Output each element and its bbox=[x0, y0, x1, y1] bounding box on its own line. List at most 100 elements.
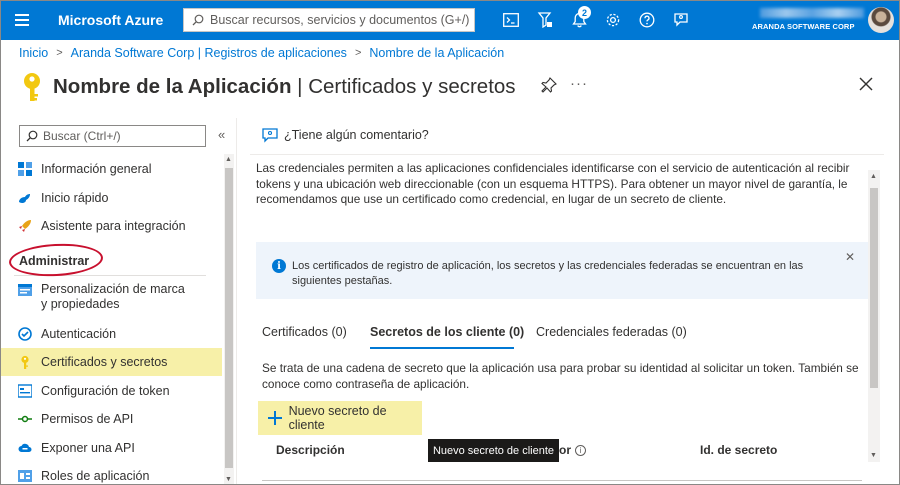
branding-icon bbox=[18, 283, 32, 297]
info-icon: i bbox=[272, 259, 286, 273]
sidebar-item-certificates-secrets[interactable]: Certificados y secretos bbox=[0, 348, 222, 376]
avatar[interactable] bbox=[868, 7, 894, 33]
gear-icon[interactable] bbox=[596, 0, 630, 40]
sidebar-item-label: Autenticación bbox=[41, 326, 117, 341]
key-icon bbox=[18, 355, 32, 369]
table-divider bbox=[262, 480, 862, 481]
scroll-down-icon[interactable]: ▼ bbox=[225, 476, 232, 483]
column-header-value-text: or bbox=[559, 443, 571, 457]
scroll-up-icon[interactable]: ▲ bbox=[225, 156, 232, 163]
new-client-secret-button[interactable]: Nuevo secreto de cliente bbox=[258, 401, 422, 435]
sidebar-item-quickstart[interactable]: Inicio rápido bbox=[0, 188, 222, 208]
breadcrumb-home[interactable]: Inicio bbox=[19, 46, 48, 60]
rocket-icon bbox=[18, 219, 32, 233]
breadcrumb-app-registrations[interactable]: Aranda Software Corp | Registros de apli… bbox=[71, 46, 347, 60]
key-icon bbox=[19, 70, 45, 104]
column-header-secret-id[interactable]: Id. de secreto bbox=[700, 443, 777, 457]
feedback-link[interactable]: ¿Tiene algún comentario? bbox=[262, 127, 429, 143]
nav-search-placeholder: Buscar (Ctrl+/) bbox=[43, 129, 121, 143]
sidebar-item-label: Roles de aplicación bbox=[41, 468, 150, 483]
breadcrumb: Inicio > Aranda Software Corp | Registro… bbox=[19, 46, 504, 60]
feedback-label: ¿Tiene algún comentario? bbox=[284, 128, 429, 142]
help-icon[interactable] bbox=[630, 0, 664, 40]
tab-federated-credentials[interactable]: Credenciales federadas (0) bbox=[536, 325, 687, 339]
active-tab-indicator bbox=[370, 347, 514, 349]
search-placeholder: Buscar recursos, servicios y documentos … bbox=[210, 13, 470, 27]
sidebar-item-label: Personalización de marca y propiedades bbox=[41, 282, 185, 311]
sidebar-scrollbar[interactable]: ▲ ▼ bbox=[224, 154, 234, 485]
tab-certificates[interactable]: Certificados (0) bbox=[262, 325, 347, 339]
sidebar-item-label: Asistente para integración bbox=[41, 218, 186, 233]
search-icon bbox=[192, 14, 204, 26]
sidebar-item-integration-assistant[interactable]: Asistente para integración bbox=[0, 216, 222, 236]
sidebar-item-expose-api[interactable]: Exponer una API bbox=[0, 438, 222, 458]
sidebar-item-label: Inicio rápido bbox=[41, 190, 109, 205]
info-banner-text: Los certificados de registro de aplicaci… bbox=[292, 260, 804, 287]
scrollbar-thumb[interactable] bbox=[225, 168, 233, 468]
account-menu[interactable]: ARANDA SOFTWARE CORP bbox=[752, 6, 866, 36]
sidebar-item-label: Configuración de token bbox=[41, 383, 170, 398]
account-email-blurred bbox=[760, 8, 864, 18]
token-icon bbox=[18, 384, 32, 398]
pin-icon[interactable] bbox=[540, 76, 558, 94]
sidebar-item-token-configuration[interactable]: Configuración de token bbox=[0, 381, 222, 401]
sidebar-item-api-permissions[interactable]: Permisos de API bbox=[0, 409, 222, 429]
tooltip: Nuevo secreto de cliente bbox=[428, 439, 559, 462]
sidebar-item-label: Permisos de API bbox=[41, 411, 134, 426]
sidebar-item-label: Exponer una API bbox=[41, 440, 135, 455]
authentication-icon bbox=[18, 327, 32, 341]
toolbar-icons: 2 bbox=[494, 0, 698, 40]
sidebar-item-branding[interactable]: Personalización de marca y propiedades bbox=[0, 280, 222, 314]
chevron-right-icon: > bbox=[354, 47, 362, 59]
page-title-section: Certificados y secretos bbox=[308, 75, 516, 98]
cloud-api-icon bbox=[18, 441, 32, 455]
new-client-secret-label: Nuevo secreto de cliente bbox=[288, 404, 387, 432]
chevron-right-icon: > bbox=[56, 47, 63, 59]
filter-icon[interactable] bbox=[528, 0, 562, 40]
app-roles-icon bbox=[18, 469, 32, 483]
sidebar-item-authentication[interactable]: Autenticación bbox=[0, 324, 222, 344]
info-banner: i Los certificados de registro de aplica… bbox=[256, 242, 868, 299]
breadcrumb-app-name[interactable]: Nombre de la Aplicación bbox=[369, 46, 504, 60]
page-header: Nombre de la Aplicación | Certificados y… bbox=[19, 70, 516, 104]
page-title-main: Nombre de la Aplicación bbox=[53, 75, 292, 98]
close-icon[interactable] bbox=[858, 76, 874, 92]
quickstart-icon bbox=[18, 191, 32, 205]
command-bar-divider bbox=[250, 154, 884, 155]
more-options-icon[interactable]: ··· bbox=[570, 75, 588, 92]
sidebar: Información general Inicio rápido Asiste… bbox=[0, 154, 222, 485]
nav-search-input[interactable]: Buscar (Ctrl+/) bbox=[19, 125, 206, 147]
tab-client-secrets[interactable]: Secretos de los cliente (0) bbox=[370, 325, 524, 339]
overview-icon bbox=[18, 162, 32, 176]
column-header-description[interactable]: Descripción bbox=[276, 443, 345, 457]
info-icon[interactable]: i bbox=[575, 444, 586, 456]
intro-container: Las credenciales permiten a las aplicaci… bbox=[250, 158, 870, 220]
content-scrollbar[interactable]: ▲ ▼ bbox=[868, 170, 880, 462]
sidebar-item-label: Certificados y secretos bbox=[41, 354, 168, 369]
intro-text: Las credenciales permiten a las aplicaci… bbox=[256, 161, 850, 206]
terminal-icon[interactable] bbox=[494, 0, 528, 40]
column-header-value[interactable]: or i bbox=[559, 443, 586, 457]
sidebar-item-app-roles[interactable]: Roles de aplicación bbox=[0, 466, 222, 485]
panel-divider bbox=[236, 118, 237, 485]
account-organization: ARANDA SOFTWARE CORP bbox=[752, 22, 855, 31]
notification-badge: 2 bbox=[578, 6, 591, 19]
client-secret-description: Se trata de una cadena de secreto que la… bbox=[262, 361, 859, 391]
brand-name[interactable]: Microsoft Azure bbox=[58, 12, 180, 28]
scrollbar-thumb[interactable] bbox=[870, 188, 878, 388]
page-title-separator: | bbox=[291, 75, 309, 98]
menu-icon[interactable] bbox=[0, 0, 44, 40]
collapse-nav-icon[interactable]: « bbox=[218, 127, 225, 142]
feedback-icon bbox=[262, 128, 278, 143]
sidebar-item-label: Información general bbox=[41, 161, 152, 176]
feedback-icon[interactable] bbox=[664, 0, 698, 40]
page-title: Nombre de la Aplicación | Certificados y… bbox=[53, 75, 516, 99]
dismiss-banner-icon[interactable]: ✕ bbox=[845, 250, 855, 264]
bell-icon[interactable]: 2 bbox=[562, 0, 596, 40]
search-icon bbox=[26, 130, 38, 142]
scroll-up-icon[interactable]: ▲ bbox=[870, 173, 877, 180]
global-search-input[interactable]: Buscar recursos, servicios y documentos … bbox=[183, 8, 475, 32]
api-permissions-icon bbox=[18, 412, 32, 426]
scroll-down-icon[interactable]: ▼ bbox=[870, 452, 877, 459]
sidebar-item-overview[interactable]: Información general bbox=[0, 159, 222, 179]
